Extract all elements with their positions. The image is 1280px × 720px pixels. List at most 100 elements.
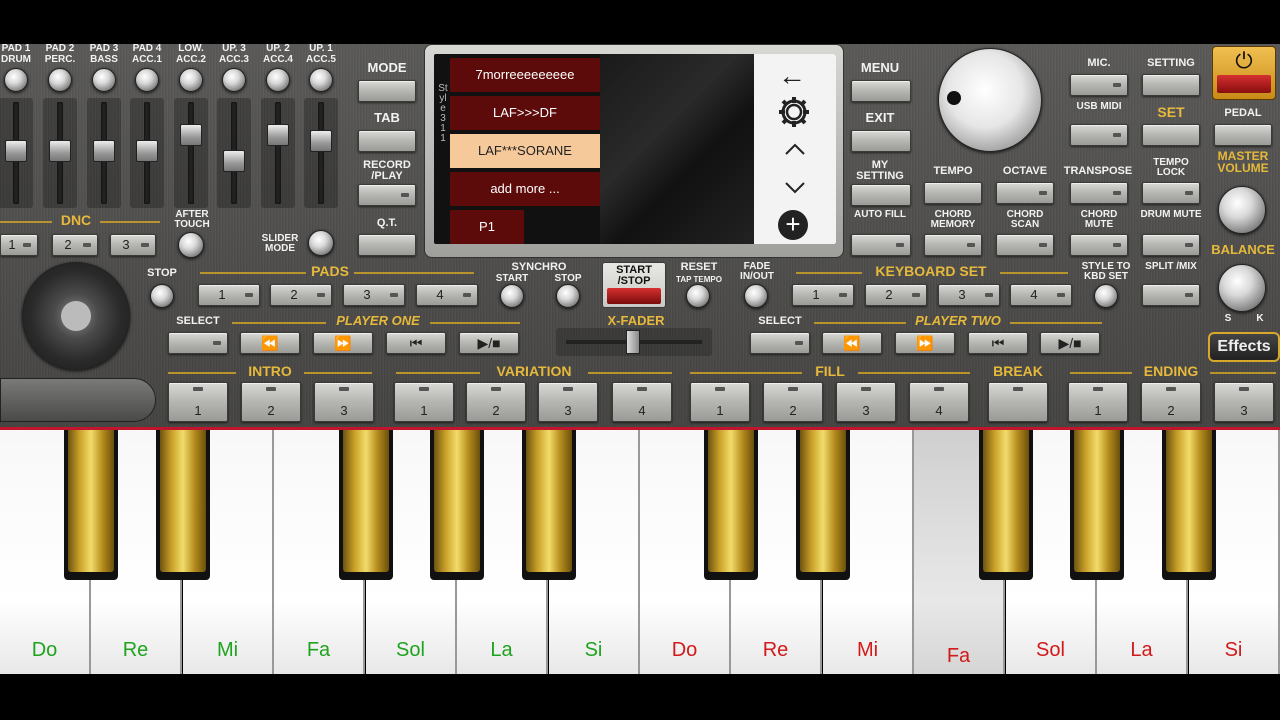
intro-button[interactable]: 2 [241, 382, 301, 422]
mode-button[interactable] [358, 80, 416, 102]
add-icon[interactable]: + [778, 210, 808, 240]
transpose-button[interactable] [1070, 182, 1128, 204]
back-arrow-icon[interactable]: ← [778, 60, 806, 92]
chord-scan-button[interactable] [996, 234, 1054, 256]
reset-knob[interactable] [686, 284, 710, 308]
split-mix-button[interactable] [1142, 284, 1200, 306]
keyboard-set-button[interactable]: 4 [1010, 284, 1072, 306]
ending-button[interactable]: 2 [1141, 382, 1201, 422]
fader-handle[interactable] [93, 140, 115, 162]
channel-knob[interactable] [266, 68, 290, 92]
previous-button[interactable]: ⏮ [968, 332, 1028, 354]
keyboard-set-button[interactable]: 3 [938, 284, 1000, 306]
keyboard-set-button[interactable]: 2 [865, 284, 927, 306]
pitch-bend-strip[interactable] [0, 378, 156, 422]
pad-button[interactable]: 1 [198, 284, 260, 306]
channel-knob[interactable] [4, 68, 28, 92]
black-key[interactable] [979, 430, 1033, 580]
chord-memory-button[interactable] [924, 234, 982, 256]
play-stop-button[interactable]: ▶/■ [1040, 332, 1100, 354]
fill-button[interactable]: 3 [836, 382, 896, 422]
jog-wheel[interactable] [22, 262, 130, 370]
fill-button[interactable]: 1 [690, 382, 750, 422]
channel-knob[interactable] [92, 68, 116, 92]
fader-handle[interactable] [310, 130, 332, 152]
black-key[interactable] [156, 430, 210, 580]
fader-handle[interactable] [223, 150, 245, 172]
black-key[interactable] [430, 430, 484, 580]
keyboard-set-button[interactable]: 1 [792, 284, 854, 306]
effects-button[interactable]: Effects [1208, 332, 1280, 362]
chevron-down-icon[interactable] [780, 172, 810, 202]
tab-button[interactable] [358, 130, 416, 152]
pad-button[interactable]: 3 [343, 284, 405, 306]
fast-forward-button[interactable]: ⏩ [895, 332, 955, 354]
intro-button[interactable]: 1 [168, 382, 228, 422]
menu-button[interactable] [851, 80, 911, 102]
dnc-button[interactable]: 2 [52, 234, 98, 256]
fader-handle[interactable] [180, 124, 202, 146]
data-dial[interactable] [938, 48, 1042, 152]
pad-button[interactable]: 4 [416, 284, 478, 306]
black-key[interactable] [796, 430, 850, 580]
dnc-button[interactable]: 1 [0, 234, 38, 256]
chord-mute-button[interactable] [1070, 234, 1128, 256]
variation-button[interactable]: 2 [466, 382, 526, 422]
x-fader-handle[interactable] [626, 330, 640, 354]
player-two-select-button[interactable] [750, 332, 810, 354]
power-button[interactable]: ⏻ [1212, 46, 1276, 100]
style-item[interactable]: 7morreeeeeeeee [450, 58, 600, 92]
fader-handle[interactable] [5, 140, 27, 162]
tempo-lock-button[interactable] [1142, 182, 1200, 204]
fader-handle[interactable] [136, 140, 158, 162]
style-item[interactable]: add more ... [450, 172, 600, 206]
fade-knob[interactable] [744, 284, 768, 308]
fader-handle[interactable] [49, 140, 71, 162]
fader-handle[interactable] [267, 124, 289, 146]
drum-mute-button[interactable] [1142, 234, 1200, 256]
variation-button[interactable]: 1 [394, 382, 454, 422]
set-button[interactable] [1142, 124, 1200, 146]
style-to-kbd-knob[interactable] [1094, 284, 1118, 308]
setting-button[interactable] [1142, 74, 1200, 96]
dnc-button[interactable]: 3 [110, 234, 156, 256]
pad-button[interactable]: 2 [270, 284, 332, 306]
auto-fill-button[interactable] [851, 234, 911, 256]
black-key[interactable] [64, 430, 118, 580]
style-item[interactable]: LAF>>>DF [450, 96, 600, 130]
my-setting-button[interactable] [851, 184, 911, 206]
fast-forward-button[interactable]: ⏩ [313, 332, 373, 354]
rewind-button[interactable]: ⏪ [822, 332, 882, 354]
balance-knob[interactable] [1218, 264, 1266, 312]
octave-button[interactable] [996, 182, 1054, 204]
pads-stop-knob[interactable] [150, 284, 174, 308]
fill-button[interactable]: 4 [909, 382, 969, 422]
black-key[interactable] [1162, 430, 1216, 580]
play-stop-button[interactable]: ▶/■ [459, 332, 519, 354]
channel-knob[interactable] [222, 68, 246, 92]
style-item[interactable]: LAF***SORANE [450, 134, 600, 168]
black-key[interactable] [704, 430, 758, 580]
record-play-button[interactable] [358, 184, 416, 206]
gear-icon[interactable] [776, 94, 812, 130]
player-one-select-button[interactable] [168, 332, 228, 354]
qt-button[interactable] [358, 234, 416, 256]
previous-button[interactable]: ⏮ [386, 332, 446, 354]
ending-button[interactable]: 1 [1068, 382, 1128, 422]
black-key[interactable] [1070, 430, 1124, 580]
break-button[interactable] [988, 382, 1048, 422]
start-stop-button[interactable]: START /STOP [602, 262, 666, 308]
channel-knob[interactable] [48, 68, 72, 92]
master-volume-knob[interactable] [1218, 186, 1266, 234]
after-touch-knob[interactable] [178, 232, 204, 258]
rewind-button[interactable]: ⏪ [240, 332, 300, 354]
intro-button[interactable]: 3 [314, 382, 374, 422]
channel-knob[interactable] [309, 68, 333, 92]
slider-mode-knob[interactable] [308, 230, 334, 256]
chevron-up-icon[interactable] [780, 134, 810, 164]
ending-button[interactable]: 3 [1214, 382, 1274, 422]
channel-knob[interactable] [179, 68, 203, 92]
sync-start-knob[interactable] [500, 284, 524, 308]
black-key[interactable] [522, 430, 576, 580]
exit-button[interactable] [851, 130, 911, 152]
